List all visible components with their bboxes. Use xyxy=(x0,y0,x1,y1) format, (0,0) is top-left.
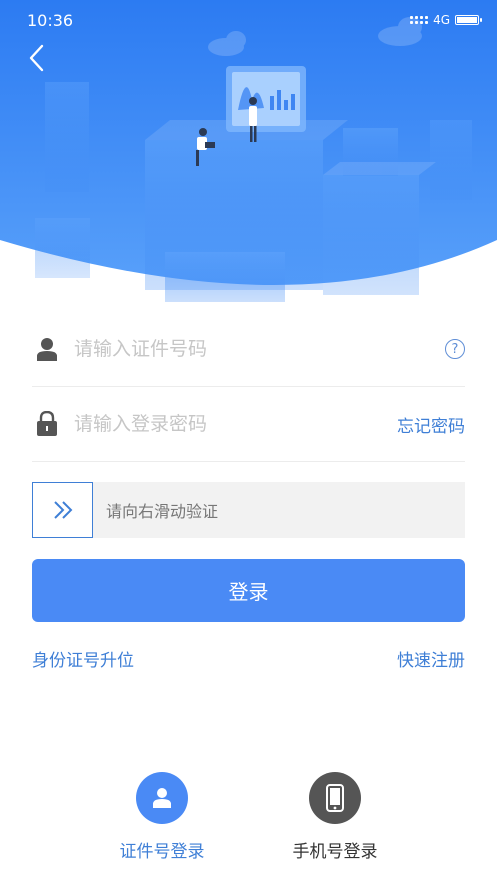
id-number-input[interactable] xyxy=(74,338,445,360)
status-indicators: 4G xyxy=(410,13,482,27)
slider-hint: 请向右滑动验证 xyxy=(106,502,219,521)
id-number-row: ? xyxy=(32,312,465,387)
network-type: 4G xyxy=(433,13,450,27)
double-chevron-right-icon xyxy=(53,501,72,519)
back-button[interactable] xyxy=(24,42,52,74)
lock-icon xyxy=(32,411,62,437)
battery-icon xyxy=(455,15,482,25)
phone-icon xyxy=(326,784,344,812)
phone-login-label: 手机号登录 xyxy=(292,842,378,862)
signal-icon xyxy=(410,16,429,24)
forgot-password-link[interactable]: 忘记密码 xyxy=(397,412,465,437)
hero-graphic xyxy=(0,0,497,302)
password-row: 忘记密码 xyxy=(32,387,465,462)
slide-verify: 请向右滑动验证 xyxy=(32,482,465,538)
chevron-left-icon xyxy=(29,44,44,72)
password-input[interactable] xyxy=(74,413,397,435)
question-icon[interactable]: ? xyxy=(445,339,465,359)
register-link[interactable]: 快速注册 xyxy=(397,646,465,671)
cert-login-label: 证件号登录 xyxy=(119,842,205,862)
slider-handle[interactable] xyxy=(32,482,93,538)
phone-mode-circle xyxy=(309,772,361,824)
cert-login-option[interactable]: 证件号登录 xyxy=(97,772,227,862)
user-icon xyxy=(32,337,62,361)
status-time: 10:36 xyxy=(27,11,74,30)
cert-mode-circle xyxy=(136,772,188,824)
login-button[interactable]: 登录 xyxy=(32,559,465,622)
id-upgrade-link[interactable]: 身份证号升位 xyxy=(32,646,134,671)
person-icon xyxy=(153,788,171,808)
phone-login-option[interactable]: 手机号登录 xyxy=(270,772,400,862)
hero-illustration xyxy=(0,0,497,305)
status-bar: 10:36 4G xyxy=(0,0,497,40)
